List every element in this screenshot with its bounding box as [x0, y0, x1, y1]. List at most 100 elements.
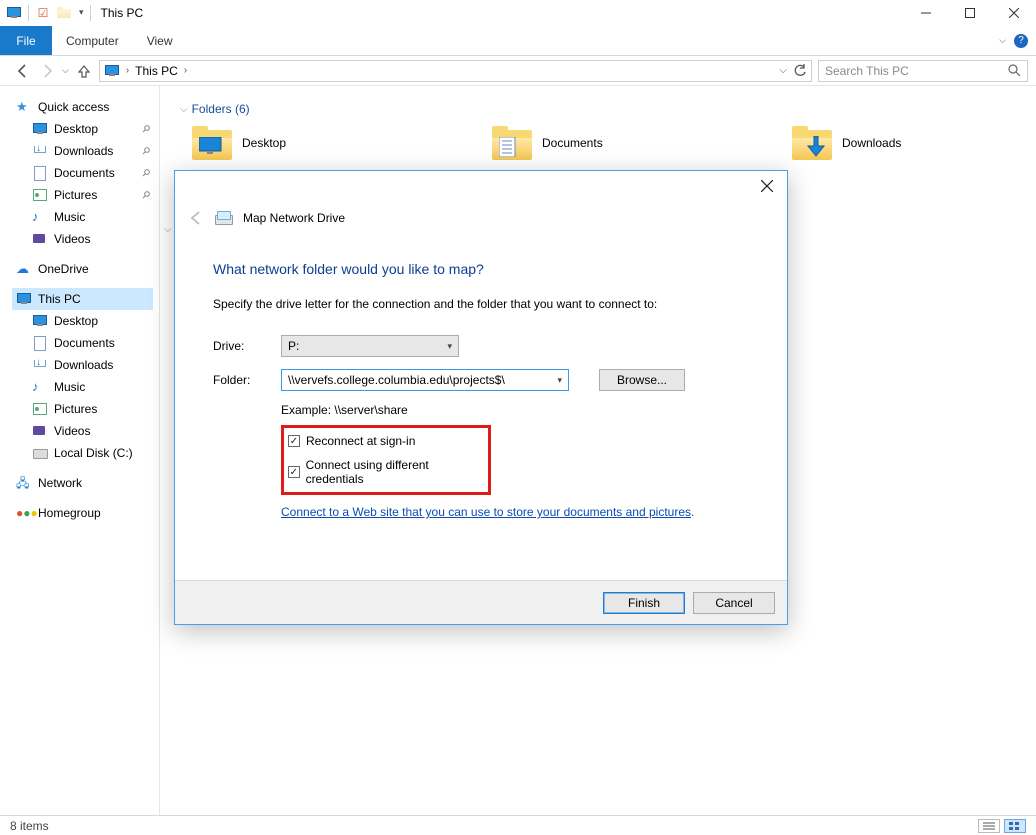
checkbox-checked-icon: ✓ [288, 435, 300, 447]
tab-file[interactable]: File [0, 26, 52, 55]
window-maximize-button[interactable] [948, 0, 992, 26]
drive-select[interactable]: P: ▾ [281, 335, 459, 357]
video-icon [32, 424, 48, 438]
tree-label: Network [38, 476, 82, 490]
qat-customize-dropdown[interactable]: ▾ [79, 7, 84, 18]
tree-pc-pictures[interactable]: Pictures [12, 398, 153, 420]
window-title: This PC [101, 6, 144, 20]
tree-label: Videos [54, 424, 90, 438]
document-icon [32, 166, 48, 180]
pc-icon [16, 292, 32, 306]
folder-path-input[interactable]: \\vervefs.college.columbia.edu\projects$… [281, 369, 569, 391]
tree-pc-downloads[interactable]: Downloads [12, 354, 153, 376]
tree-label: Documents [54, 336, 115, 350]
pictures-icon [32, 402, 48, 416]
tab-computer[interactable]: Computer [52, 26, 133, 55]
tree-this-pc[interactable]: This PC [12, 288, 153, 310]
help-icon[interactable]: ? [1014, 34, 1028, 48]
address-bar[interactable]: › This PC › ⌵ [99, 60, 812, 82]
tree-homegroup[interactable]: ●●● Homegroup [12, 502, 153, 524]
tree-pc-videos[interactable]: Videos [12, 420, 153, 442]
tree-pc-music[interactable]: ♪ Music [12, 376, 153, 398]
folder-icon [192, 126, 232, 160]
nav-forward-button[interactable] [38, 63, 56, 79]
qat-new-folder-icon[interactable] [57, 5, 73, 21]
view-details-button[interactable] [978, 819, 1000, 833]
pin-icon: ⚲ [139, 123, 152, 136]
ribbon-expand-button[interactable]: ⌵ [999, 35, 1006, 46]
music-icon: ♪ [32, 210, 48, 224]
credentials-checkbox-row[interactable]: ✓ Connect using different credentials [288, 458, 482, 486]
finish-button[interactable]: Finish [603, 592, 685, 614]
folder-path-value: \\vervefs.college.columbia.edu\projects$… [288, 373, 505, 387]
desktop-icon [32, 122, 48, 136]
search-input[interactable]: Search This PC [818, 60, 1028, 82]
tree-label: Quick access [38, 100, 109, 114]
folder-desktop[interactable]: Desktop [192, 126, 412, 160]
tree-qa-videos[interactable]: Videos [12, 228, 153, 250]
browse-button[interactable]: Browse... [599, 369, 685, 391]
folder-icon [492, 126, 532, 160]
nav-up-button[interactable] [75, 64, 93, 78]
network-icon: 🖧 [16, 476, 32, 490]
chevron-down-icon: ⌵ [180, 104, 188, 115]
pin-icon: ⚲ [139, 145, 152, 158]
window-minimize-button[interactable] [904, 0, 948, 26]
tree-pc-desktop[interactable]: Desktop [12, 310, 153, 332]
navigation-bar: ⌵ › This PC › ⌵ Search This PC [0, 56, 1036, 86]
refresh-button[interactable] [793, 64, 807, 78]
tree-label: Downloads [54, 358, 113, 372]
download-icon [32, 144, 48, 158]
folder-documents[interactable]: Documents [492, 126, 712, 160]
tree-label: Downloads [54, 144, 113, 158]
tree-quick-access[interactable]: ★ Quick access [12, 96, 153, 118]
tree-onedrive[interactable]: ☁ OneDrive [12, 258, 153, 280]
cancel-button[interactable]: Cancel [693, 592, 775, 614]
tree-qa-desktop[interactable]: Desktop ⚲ [12, 118, 153, 140]
dialog-back-button[interactable] [187, 209, 205, 227]
window-close-button[interactable] [992, 0, 1036, 26]
cancel-label: Cancel [715, 596, 752, 610]
tree-local-disk[interactable]: Local Disk (C:) [12, 442, 153, 464]
tree-label: Music [54, 380, 85, 394]
pin-icon: ⚲ [139, 189, 152, 202]
address-dropdown-icon[interactable]: ⌵ [779, 65, 787, 76]
reconnect-checkbox-row[interactable]: ✓ Reconnect at sign-in [288, 434, 482, 448]
drive-value: P: [288, 339, 299, 353]
search-icon [1008, 64, 1021, 77]
address-location[interactable]: This PC [135, 64, 178, 78]
view-large-icons-button[interactable] [1004, 819, 1026, 833]
tree-network[interactable]: 🖧 Network [12, 472, 153, 494]
breadcrumb-chevron-icon-2[interactable]: › [184, 65, 187, 76]
tree-label: Homegroup [38, 506, 101, 520]
tab-view[interactable]: View [133, 26, 187, 55]
chevron-icon: ⌵ [164, 224, 172, 235]
connect-website-link[interactable]: Connect to a Web site that you can use t… [281, 505, 691, 519]
status-item-count: 8 items [10, 819, 49, 833]
folder-label: Folder: [213, 373, 271, 387]
folder-icon [792, 126, 832, 160]
tree-qa-documents[interactable]: Documents ⚲ [12, 162, 153, 184]
tree-qa-downloads[interactable]: Downloads ⚲ [12, 140, 153, 162]
folder-example-text: Example: \\server\share [281, 403, 749, 417]
qat-properties-icon[interactable]: ☑ [35, 5, 51, 21]
ribbon-tabs: File Computer View ⌵ ? [0, 26, 1036, 56]
qat-separator [28, 5, 29, 21]
music-icon: ♪ [32, 380, 48, 394]
breadcrumb-chevron-icon[interactable]: › [126, 65, 129, 76]
folder-downloads[interactable]: Downloads [792, 126, 1012, 160]
tree-qa-music[interactable]: ♪ Music [12, 206, 153, 228]
document-icon [32, 336, 48, 350]
finish-label: Finish [628, 596, 660, 610]
tree-pc-documents[interactable]: Documents [12, 332, 153, 354]
folder-label: Documents [542, 136, 603, 150]
download-icon [32, 358, 48, 372]
folders-group-header[interactable]: ⌵ Folders (6) [180, 102, 1020, 116]
tree-qa-pictures[interactable]: Pictures ⚲ [12, 184, 153, 206]
credentials-label: Connect using different credentials [306, 458, 482, 486]
nav-back-button[interactable] [14, 63, 32, 79]
dialog-close-button[interactable] [747, 171, 787, 201]
chevron-down-icon: ▾ [557, 375, 562, 386]
nav-recent-dropdown[interactable]: ⌵ [62, 65, 69, 76]
group-header-label: Folders (6) [192, 102, 250, 116]
